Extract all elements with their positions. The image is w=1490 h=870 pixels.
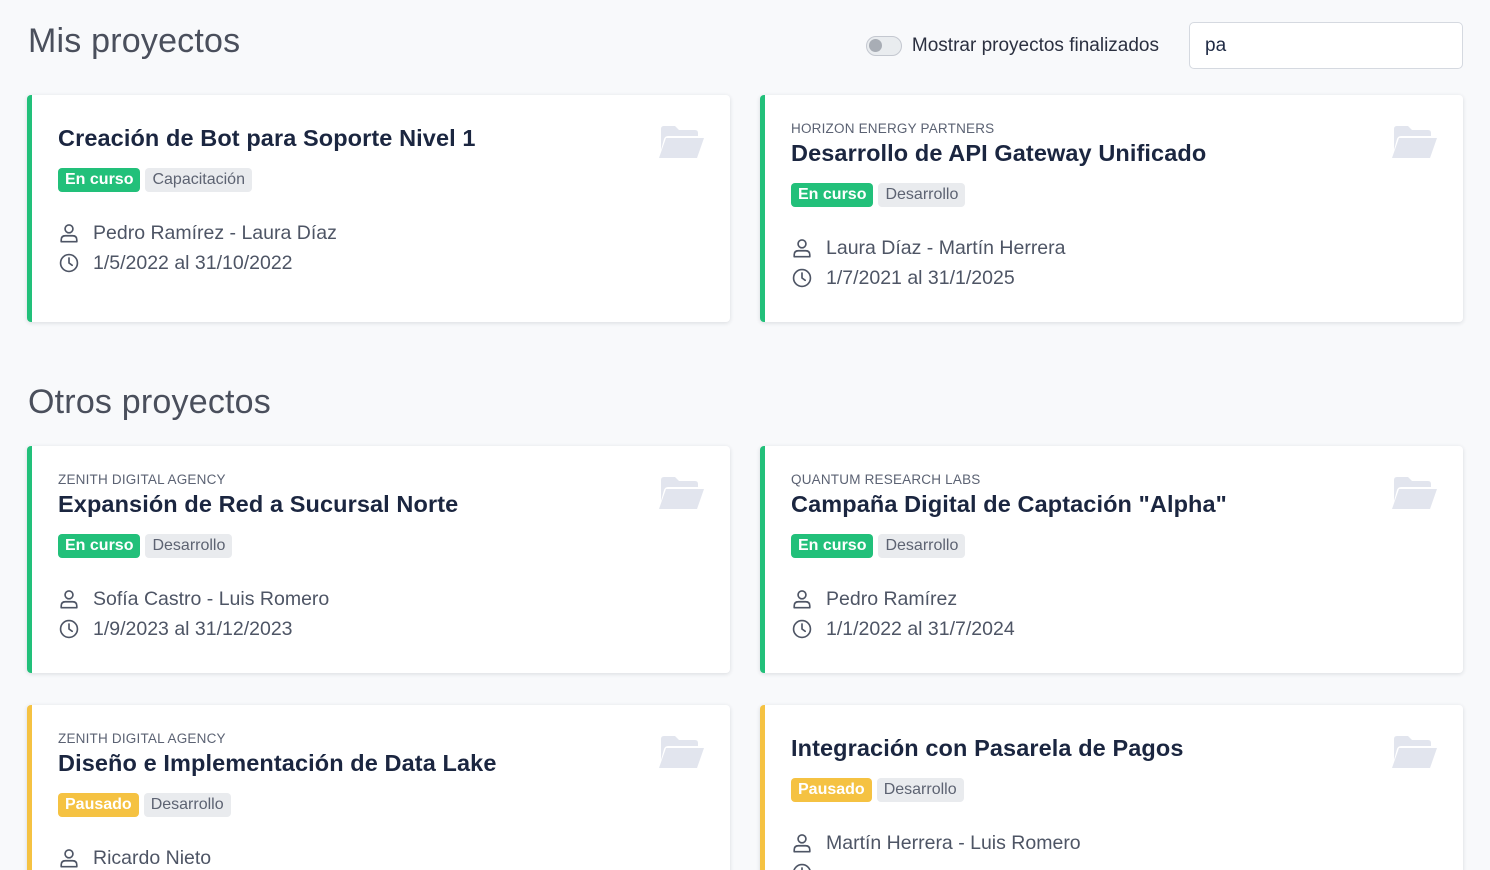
category-badge: Capacitación: [145, 168, 252, 192]
status-badge: En curso: [58, 168, 141, 192]
status-badge: Pausado: [791, 778, 872, 802]
badges: En curso Desarrollo: [791, 534, 1438, 558]
project-card[interactable]: Quantum Research Labs Campaña Digital de…: [760, 446, 1463, 673]
person-icon: [793, 834, 811, 853]
category-badge: Desarrollo: [143, 793, 231, 817]
project-title[interactable]: Diseño e Implementación de Data Lake: [58, 750, 705, 777]
folder-icon: [659, 477, 704, 509]
dates-row: 1/1/2022 al 31/7/2024: [791, 614, 1438, 644]
project-card[interactable]: Horizon Energy Partners Desarrollo de AP…: [760, 95, 1463, 322]
show-finished-toggle[interactable]: [865, 35, 902, 56]
toggle-knob: [868, 38, 882, 52]
folder-icon: [659, 736, 704, 768]
project-title[interactable]: Creación de Bot para Soporte Nivel 1: [58, 125, 705, 152]
clock-icon: [59, 253, 79, 273]
category-badge: Desarrollo: [145, 534, 233, 558]
status-badge: En curso: [791, 183, 874, 207]
client-name: Horizon Energy Partners: [791, 121, 995, 136]
person-icon: [60, 590, 78, 609]
people-row: Laura Díaz - Martín Herrera: [791, 233, 1438, 263]
people-text: Ricardo Nieto: [93, 846, 212, 869]
project-card[interactable]: Integración con Pasarela de Pagos Pausad…: [760, 705, 1463, 870]
people-row: Sofía Castro - Luis Romero: [58, 584, 705, 614]
person-icon: [793, 239, 811, 258]
people-row: Martín Herrera - Luis Romero: [791, 828, 1438, 858]
person-icon: [60, 849, 78, 868]
category-badge: Desarrollo: [878, 534, 966, 558]
project-title[interactable]: Expansión de Red a Sucursal Norte: [58, 491, 705, 518]
show-finished-label: Mostrar proyectos finalizados: [911, 34, 1159, 56]
clock-icon: [792, 268, 812, 288]
badges: Pausado Desarrollo: [58, 793, 705, 817]
clock-icon: [793, 863, 811, 870]
people-text: Sofía Castro - Luis Romero: [93, 587, 330, 610]
person-icon: [60, 224, 78, 243]
clock-icon: [59, 619, 79, 639]
badges: En curso Desarrollo: [58, 534, 705, 558]
project-card[interactable]: Zenith Digital Agency Diseño e Implement…: [27, 705, 730, 870]
status-badge: En curso: [791, 534, 874, 558]
client-name: Quantum Research Labs: [791, 472, 981, 487]
category-badge: Desarrollo: [878, 183, 966, 207]
section-title-otros-proyectos: Otros proyectos: [28, 383, 271, 421]
people-text: Martín Herrera - Luis Romero: [826, 831, 1081, 854]
folder-icon: [1392, 477, 1437, 509]
client-name: Zenith Digital Agency: [58, 472, 226, 487]
category-badge: Desarrollo: [876, 778, 964, 802]
status-badge: En curso: [58, 534, 141, 558]
people-row: Pedro Ramírez: [791, 584, 1438, 614]
dates-row: 1/7/2021 al 31/1/2025: [791, 263, 1438, 293]
people-text: Laura Díaz - Martín Herrera: [826, 236, 1066, 259]
dates-text: 1/9/2023 al 31/12/2023: [93, 617, 293, 640]
badges: Pausado Desarrollo: [791, 778, 1438, 802]
client-name: Zenith Digital Agency: [58, 731, 226, 746]
project-title[interactable]: Campaña Digital de Captación "Alpha": [791, 491, 1438, 518]
dates-text: 1/1/2022 al 31/7/2024: [826, 617, 1015, 640]
folder-icon: [1392, 736, 1437, 768]
section-title-mis-proyectos: Mis proyectos: [28, 22, 241, 60]
person-icon: [793, 590, 811, 609]
badges: En curso Desarrollo: [791, 183, 1438, 207]
project-card[interactable]: Zenith Digital Agency Expansión de Red a…: [27, 446, 730, 673]
dates-row: 1/5/2022 al 31/10/2022: [58, 248, 705, 278]
dates-text: 1/5/2022 al 31/10/2022: [93, 251, 293, 274]
people-text: Pedro Ramírez - Laura Díaz: [93, 221, 337, 244]
folder-icon: [1392, 126, 1437, 158]
people-row: Pedro Ramírez - Laura Díaz: [58, 218, 705, 248]
folder-icon: [659, 126, 704, 158]
dates-text: 1/7/2021 al 31/1/2025: [826, 266, 1015, 289]
status-badge: Pausado: [58, 793, 139, 817]
people-row: Ricardo Nieto: [58, 843, 705, 870]
people-text: Pedro Ramírez: [826, 587, 958, 610]
project-card[interactable]: Creación de Bot para Soporte Nivel 1 En …: [27, 95, 730, 322]
clock-icon: [792, 619, 812, 639]
project-title[interactable]: Desarrollo de API Gateway Unificado: [791, 140, 1438, 167]
badges: En curso Capacitación: [58, 168, 705, 192]
toolbar: Mostrar proyectos finalizados: [865, 22, 1463, 69]
project-title[interactable]: Integración con Pasarela de Pagos: [791, 735, 1438, 762]
dates-row: 1/9/2023 al 31/12/2023: [58, 614, 705, 644]
dates-row: [791, 858, 1438, 870]
search-input[interactable]: [1189, 22, 1463, 69]
